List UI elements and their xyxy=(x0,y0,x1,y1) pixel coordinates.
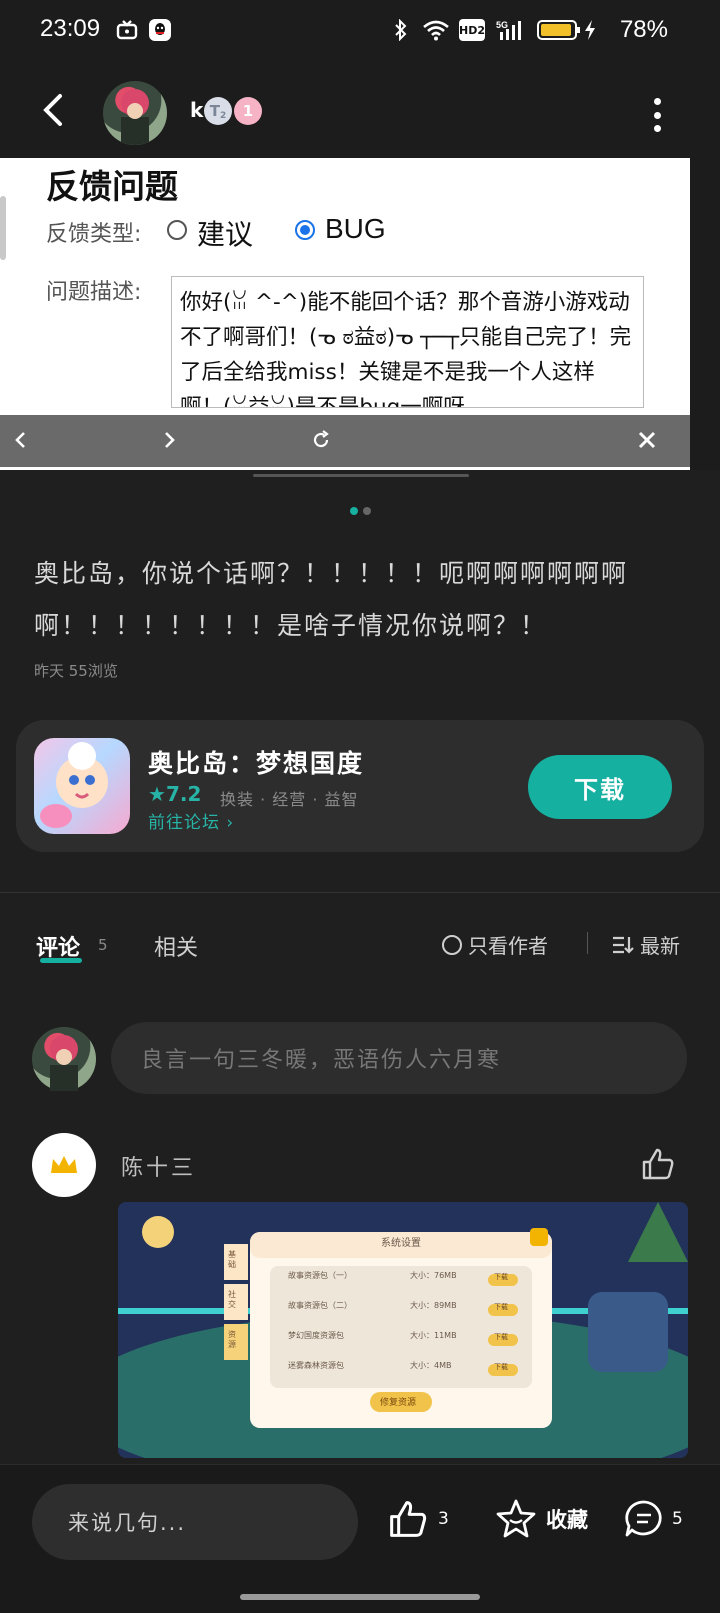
image-edge xyxy=(690,158,720,470)
radio-suggest-label: 建议 xyxy=(197,218,254,251)
like-button[interactable]: 3 xyxy=(386,1498,449,1540)
verified-badge: T2 xyxy=(204,97,232,125)
image-row-1-name: 故事资源包（一） xyxy=(288,1271,352,1280)
download-button[interactable]: 下载 xyxy=(528,755,672,819)
status-bar xyxy=(0,0,720,62)
charging-icon xyxy=(583,19,597,41)
description-box: 你好(ꈍ ^-^)能不能回个话？那个音游小游戏动不了啊哥们！(ᓀ ಠ益ಠ)ᓀ ┬… xyxy=(171,276,644,408)
description-text: 你好(ꈍ ^-^)能不能回个话？那个音游小游戏动不了啊哥们！(ᓀ ಠ益ಠ)ᓀ ┬… xyxy=(180,290,632,408)
battery-percent: 78% xyxy=(619,16,668,43)
separator xyxy=(587,932,588,954)
author-name[interactable]: k xyxy=(190,98,203,122)
qq-app-icon xyxy=(149,19,171,41)
image-repair-button: 修复资源 xyxy=(380,1398,417,1408)
crown-icon xyxy=(51,1156,77,1173)
description-label: 问题描述: xyxy=(46,280,142,305)
carousel-dot-active xyxy=(350,507,358,515)
back-button[interactable] xyxy=(32,88,76,132)
favorite-label: 收藏 xyxy=(546,1508,588,1532)
image-row-2-action: 下载 xyxy=(494,1303,508,1311)
back-arrow-icon xyxy=(43,94,62,126)
carousel-dot xyxy=(363,507,371,515)
battery-icon xyxy=(537,19,581,41)
more-options-button[interactable] xyxy=(650,98,664,132)
image-row-1-size: 大小：76MB xyxy=(410,1271,457,1280)
comment-icon xyxy=(625,1500,662,1537)
reply-input[interactable]: 来说几句... xyxy=(32,1484,358,1560)
star-icon xyxy=(496,1499,536,1538)
image-row-4-name: 迷雾森林资源包 xyxy=(288,1361,344,1370)
feedback-title: 反馈问题 xyxy=(46,167,178,206)
image-row-4-size: 大小：4MB xyxy=(410,1361,452,1370)
comments-count: 5 xyxy=(98,936,108,954)
forum-link-label: 前往论坛 xyxy=(148,813,220,833)
image-row-4-action: 下载 xyxy=(494,1363,508,1371)
commenter-name[interactable]: 陈十三 xyxy=(121,1150,196,1182)
comment-button[interactable]: 5 xyxy=(622,1498,683,1540)
comment-like-button[interactable] xyxy=(640,1146,676,1182)
sort-button[interactable]: 最新 xyxy=(612,930,680,959)
my-avatar xyxy=(32,1027,96,1091)
tab-related[interactable]: 相关 xyxy=(154,930,198,962)
game-name[interactable]: 奥比岛：梦想国度 xyxy=(148,744,364,780)
radio-bug-label: BUG xyxy=(325,213,386,244)
divider xyxy=(0,892,720,893)
wifi-icon xyxy=(422,19,450,41)
author-avatar[interactable] xyxy=(103,81,167,145)
feedback-type-label: 反馈类型: xyxy=(46,222,142,247)
radio-circle-icon xyxy=(442,934,462,955)
image-row-3-name: 梦幻国度资源包 xyxy=(288,1331,344,1340)
image-row-1-action: 下载 xyxy=(494,1273,508,1281)
browser-forward-icon xyxy=(154,425,184,455)
chevron-right-icon: › xyxy=(226,813,235,833)
favorite-button[interactable]: 收藏 xyxy=(494,1498,588,1540)
tv-app-icon xyxy=(116,19,138,41)
status-time: 23:09 xyxy=(40,15,101,42)
dialog-title: 系统设置 xyxy=(381,1238,421,1249)
forum-link[interactable]: 前往论坛 › xyxy=(148,808,234,833)
bluetooth-icon xyxy=(390,19,412,41)
level-badge: 1 xyxy=(234,97,262,125)
like-count: 3 xyxy=(438,1509,449,1529)
browser-close-icon xyxy=(632,425,662,455)
image-side-tab-2: 社交 xyxy=(228,1290,236,1309)
browser-refresh-icon xyxy=(306,425,336,455)
post-body: 奥比岛，你说个话啊？！！！！！呃啊啊啊啊啊啊啊！！！！！！！！是啥子情况你说啊？… xyxy=(34,559,629,640)
commenter-avatar[interactable] xyxy=(32,1133,96,1197)
browser-nav-bar xyxy=(0,415,690,467)
only-author-label: 只看作者 xyxy=(468,934,548,958)
image-side-tab-1: 基础 xyxy=(228,1250,236,1269)
thumbs-up-icon xyxy=(642,1148,674,1180)
game-rating: ★7.2 xyxy=(148,782,202,806)
only-author-toggle[interactable]: 只看作者 xyxy=(442,930,548,959)
sort-label: 最新 xyxy=(640,934,680,958)
image-row-2-size: 大小：89MB xyxy=(410,1301,457,1310)
radio-bug xyxy=(295,220,315,240)
game-tags: 换装 · 经营 · 益智 xyxy=(220,790,359,809)
svg-text:5G: 5G xyxy=(496,20,508,30)
image-row-3-size: 大小：11MB xyxy=(410,1331,457,1340)
image-row-2-name: 故事资源包（二） xyxy=(288,1301,352,1310)
comment-count: 5 xyxy=(672,1509,683,1529)
comment-input[interactable]: 良言一句三冬暖，恶语伤人六月寒 xyxy=(111,1022,687,1094)
sort-icon xyxy=(613,936,634,954)
image-handle xyxy=(253,474,469,477)
image-side-tab-3: 资源 xyxy=(228,1330,236,1349)
scroll-indicator xyxy=(0,196,6,260)
game-icon[interactable] xyxy=(34,738,130,834)
game-rating-value: 7.2 xyxy=(165,782,202,806)
hd-badge: HD2 xyxy=(459,19,485,41)
home-indicator[interactable] xyxy=(240,1594,480,1600)
post-meta: 昨天 55浏览 xyxy=(34,662,118,680)
browser-back-icon xyxy=(6,425,36,455)
comment-image[interactable]: 系统设置 故事资源包（一） 大小：76MB 下载 故事资源包（二） 大小：89M… xyxy=(118,1202,688,1458)
signal-icon: 5G xyxy=(496,19,526,41)
tab-active-indicator xyxy=(40,958,82,963)
thumbs-up-icon xyxy=(390,1501,427,1537)
image-row-3-action: 下载 xyxy=(494,1333,508,1341)
radio-suggest xyxy=(167,220,187,240)
